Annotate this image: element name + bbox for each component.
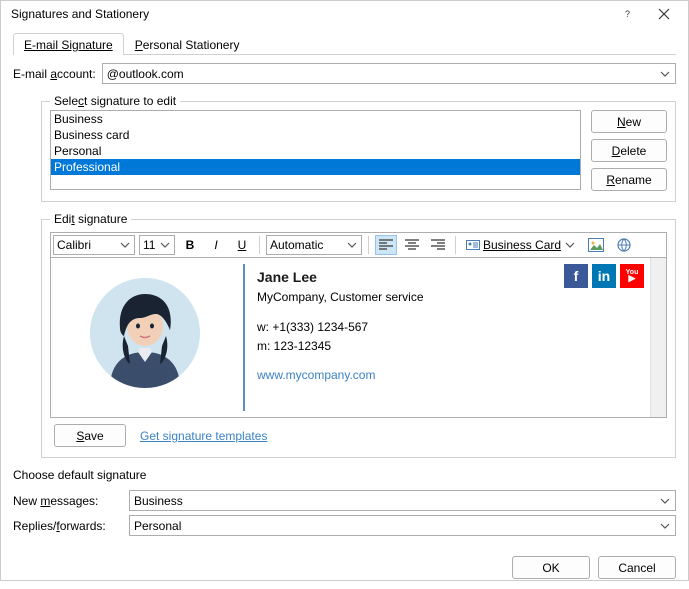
list-item[interactable]: Personal (51, 143, 580, 159)
signature-company: MyCompany, Customer service (257, 288, 662, 307)
chevron-down-icon (346, 239, 358, 251)
default-signature-legend: Choose default signature (13, 468, 146, 482)
new-messages-select[interactable]: Business (129, 490, 676, 511)
phone-work: w: +1(333) 1234-567 (257, 318, 662, 337)
tab-email-signature[interactable]: E-mail Signature (13, 33, 124, 55)
list-item[interactable]: Business (51, 111, 580, 127)
facebook-icon[interactable]: f (564, 264, 588, 288)
replies-forwards-value: Personal (134, 519, 181, 533)
dialog-body: E-mail Signature Personal Stationery E-m… (1, 27, 688, 546)
separator (368, 236, 369, 254)
close-button[interactable] (646, 1, 682, 27)
new-messages-value: Business (134, 494, 183, 508)
editor-scrollbar[interactable] (650, 258, 666, 417)
font-select[interactable]: Calibri (53, 235, 135, 255)
align-center-icon (405, 239, 419, 251)
tab-strip: E-mail Signature Personal Stationery (13, 31, 676, 55)
edit-signature-legend: Edit signature (50, 212, 131, 226)
signature-listbox[interactable]: Business Business card Personal Professi… (50, 110, 581, 190)
email-account-label: E-mail account: (13, 67, 96, 81)
font-size-select[interactable]: 11 (139, 235, 175, 255)
signature-buttons: New Delete Rename (591, 110, 667, 191)
new-messages-label: New messages: (13, 494, 123, 508)
close-icon (658, 8, 670, 20)
new-button[interactable]: New (591, 110, 667, 133)
editor-toolbar: Calibri 11 B I U Automatic (50, 232, 667, 258)
titlebar: Signatures and Stationery ? (1, 1, 688, 27)
align-left-button[interactable] (375, 235, 397, 255)
chevron-down-icon (159, 239, 171, 251)
business-card-button[interactable]: Business Card (462, 235, 580, 255)
editor-footer: Save Get signature templates (50, 424, 667, 447)
insert-picture-button[interactable] (584, 235, 608, 255)
delete-button[interactable]: Delete (591, 139, 667, 162)
separator (259, 236, 260, 254)
phone-mobile: m: 123-12345 (257, 337, 662, 356)
social-icons: f in You▶ (564, 264, 644, 288)
ok-button[interactable]: OK (512, 556, 590, 579)
youtube-icon[interactable]: You▶ (620, 264, 644, 288)
align-center-button[interactable] (401, 235, 423, 255)
picture-icon (588, 238, 604, 252)
window-title: Signatures and Stationery (11, 7, 610, 21)
title-text: Signatures and Stationery (11, 7, 149, 21)
chevron-down-icon (659, 495, 671, 507)
email-account-select[interactable]: @outlook.com (102, 63, 676, 84)
save-button[interactable]: Save (54, 424, 126, 447)
default-signature-group: Choose default signature New messages: B… (13, 468, 676, 536)
tab-personal-stationery[interactable]: Personal Stationery (124, 33, 251, 55)
svg-text:?: ? (625, 9, 630, 19)
info-column: f in You▶ Jane Lee MyCompany, Customer s… (253, 262, 666, 413)
chevron-down-icon (119, 239, 131, 251)
rename-button[interactable]: Rename (591, 168, 667, 191)
separator (455, 236, 456, 254)
vertical-divider (243, 264, 245, 411)
underline-button[interactable]: U (231, 235, 253, 255)
signature-preview: f in You▶ Jane Lee MyCompany, Customer s… (51, 258, 666, 417)
select-signature-legend: Select signature to edit (50, 94, 180, 108)
cancel-button[interactable]: Cancel (598, 556, 676, 579)
hyperlink-icon (616, 237, 632, 253)
italic-button[interactable]: I (205, 235, 227, 255)
replies-forwards-select[interactable]: Personal (129, 515, 676, 536)
chevron-down-icon (564, 239, 576, 251)
dialog-window: Signatures and Stationery ? E-mail Signa… (0, 0, 689, 581)
signature-url: www.mycompany.com (257, 366, 662, 385)
list-item[interactable]: Professional (51, 159, 580, 175)
list-item[interactable]: Business card (51, 127, 580, 143)
email-account-value: @outlook.com (107, 67, 184, 81)
replies-forwards-label: Replies/forwards: (13, 519, 123, 533)
help-icon: ? (622, 8, 634, 20)
business-card-icon (466, 239, 480, 251)
help-button[interactable]: ? (610, 1, 646, 27)
chevron-down-icon (659, 68, 671, 80)
dialog-footer: OK Cancel (1, 546, 688, 589)
align-right-button[interactable] (427, 235, 449, 255)
insert-hyperlink-button[interactable] (612, 235, 636, 255)
edit-signature-group: Edit signature Calibri 11 B I U Automati… (41, 212, 676, 458)
bold-button[interactable]: B (179, 235, 201, 255)
signature-editor[interactable]: f in You▶ Jane Lee MyCompany, Customer s… (50, 258, 667, 418)
align-left-icon (379, 239, 393, 251)
tab-label: E-mail Signature (24, 38, 113, 52)
get-templates-link[interactable]: Get signature templates (140, 429, 267, 443)
avatar-column (55, 262, 235, 413)
select-signature-group: Select signature to edit Business Busine… (41, 94, 676, 202)
chevron-down-icon (659, 520, 671, 532)
avatar-image (90, 278, 200, 388)
font-color-select[interactable]: Automatic (266, 235, 362, 255)
email-account-row: E-mail account: @outlook.com (13, 63, 676, 84)
linkedin-icon[interactable]: in (592, 264, 616, 288)
align-right-icon (431, 239, 445, 251)
